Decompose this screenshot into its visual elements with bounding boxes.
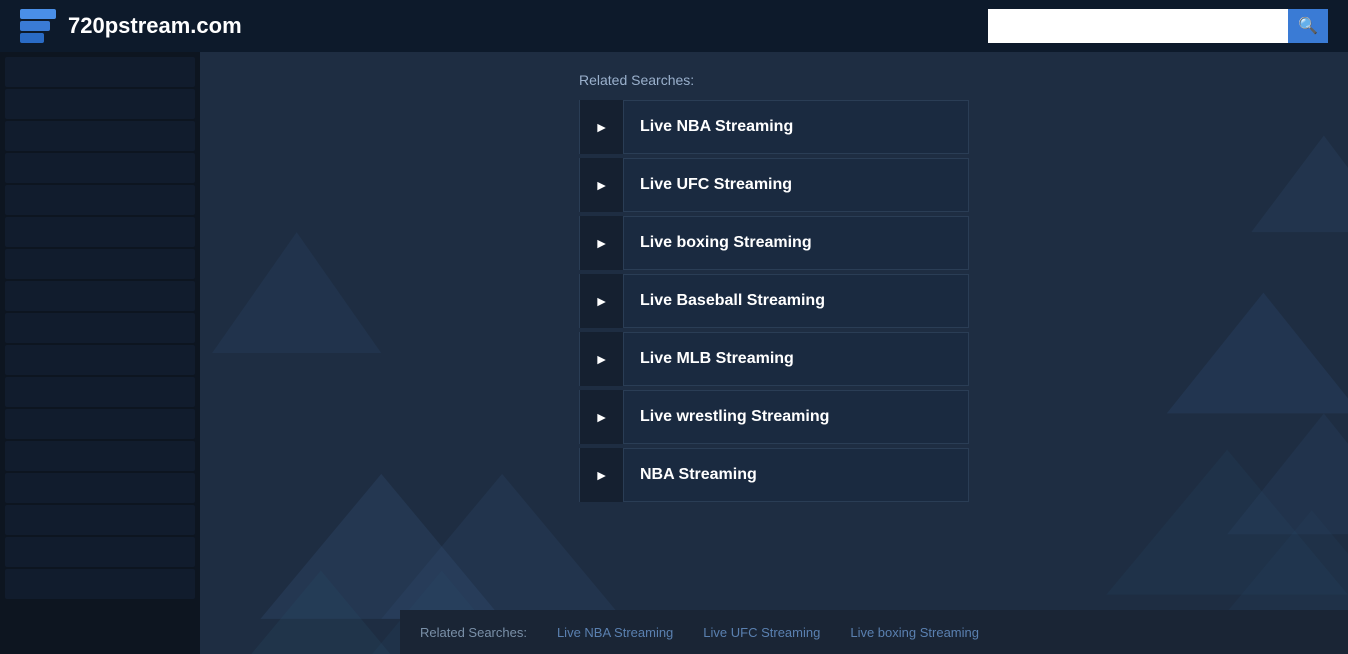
sidebar-block-5 bbox=[5, 185, 195, 215]
header: 720pstream.com 🔍 bbox=[0, 0, 1348, 52]
stream-arrow-box-4: ► bbox=[580, 274, 624, 328]
stream-list: ► Live NBA Streaming ► Live UFC Streamin… bbox=[579, 100, 969, 502]
search-input[interactable] bbox=[988, 9, 1288, 43]
header-left: 720pstream.com bbox=[20, 9, 242, 43]
play-icon-3: ► bbox=[595, 235, 609, 251]
sidebar-block-17 bbox=[5, 569, 195, 599]
stream-arrow-box-2: ► bbox=[580, 158, 624, 212]
related-searches-label: Related Searches: bbox=[200, 72, 694, 88]
play-icon-6: ► bbox=[595, 409, 609, 425]
stream-label-6: Live wrestling Streaming bbox=[624, 408, 829, 426]
sidebar-block-8 bbox=[5, 281, 195, 311]
sidebar-left bbox=[0, 52, 200, 654]
sidebar-block-13 bbox=[5, 441, 195, 471]
sidebar-block-9 bbox=[5, 313, 195, 343]
search-button[interactable]: 🔍 bbox=[1288, 9, 1328, 43]
footer-link-nba[interactable]: Live NBA Streaming bbox=[557, 625, 673, 640]
sidebar-block-16 bbox=[5, 537, 195, 567]
footer-related-label: Related Searches: bbox=[420, 625, 527, 640]
center-area: Related Searches: ► Live NBA Streaming ►… bbox=[200, 52, 1348, 654]
main-content: Related Searches: ► Live NBA Streaming ►… bbox=[0, 52, 1348, 654]
center-content: Related Searches: ► Live NBA Streaming ►… bbox=[200, 52, 1348, 502]
stream-arrow-box-7: ► bbox=[580, 448, 624, 502]
footer: Related Searches: Live NBA Streaming Liv… bbox=[400, 610, 1348, 654]
play-icon-5: ► bbox=[595, 351, 609, 367]
stream-label-7: NBA Streaming bbox=[624, 466, 757, 484]
logo-icon bbox=[20, 9, 56, 43]
stream-arrow-box-1: ► bbox=[580, 100, 624, 154]
stream-item-baseball[interactable]: ► Live Baseball Streaming bbox=[579, 274, 969, 328]
stream-item-mlb[interactable]: ► Live MLB Streaming bbox=[579, 332, 969, 386]
stream-item-boxing[interactable]: ► Live boxing Streaming bbox=[579, 216, 969, 270]
sidebar-block-3 bbox=[5, 121, 195, 151]
footer-link-boxing[interactable]: Live boxing Streaming bbox=[850, 625, 979, 640]
logo-layer-3 bbox=[20, 33, 44, 43]
stream-arrow-box-6: ► bbox=[580, 390, 624, 444]
site-title: 720pstream.com bbox=[68, 13, 242, 39]
play-icon-4: ► bbox=[595, 293, 609, 309]
logo-layer-2 bbox=[20, 21, 50, 31]
sidebar-block-14 bbox=[5, 473, 195, 503]
footer-link-ufc[interactable]: Live UFC Streaming bbox=[703, 625, 820, 640]
stream-label-1: Live NBA Streaming bbox=[624, 118, 793, 136]
stream-item-nba-streaming[interactable]: ► NBA Streaming bbox=[579, 448, 969, 502]
sidebar-block-1 bbox=[5, 57, 195, 87]
play-icon-2: ► bbox=[595, 177, 609, 193]
sidebar-block-4 bbox=[5, 153, 195, 183]
sidebar-block-2 bbox=[5, 89, 195, 119]
play-icon-1: ► bbox=[595, 119, 609, 135]
play-icon-7: ► bbox=[595, 467, 609, 483]
stream-item-wrestling[interactable]: ► Live wrestling Streaming bbox=[579, 390, 969, 444]
stream-label-4: Live Baseball Streaming bbox=[624, 292, 825, 310]
stream-item-ufc[interactable]: ► Live UFC Streaming bbox=[579, 158, 969, 212]
stream-label-2: Live UFC Streaming bbox=[624, 176, 792, 194]
search-container: 🔍 bbox=[988, 9, 1328, 43]
sidebar-block-7 bbox=[5, 249, 195, 279]
stream-item-nba[interactable]: ► Live NBA Streaming bbox=[579, 100, 969, 154]
sidebar-block-10 bbox=[5, 345, 195, 375]
stream-arrow-box-3: ► bbox=[580, 216, 624, 270]
logo-layer-1 bbox=[20, 9, 56, 19]
stream-arrow-box-5: ► bbox=[580, 332, 624, 386]
sidebar-block-6 bbox=[5, 217, 195, 247]
sidebar-block-12 bbox=[5, 409, 195, 439]
stream-label-3: Live boxing Streaming bbox=[624, 234, 812, 252]
stream-label-5: Live MLB Streaming bbox=[624, 350, 794, 368]
sidebar-block-15 bbox=[5, 505, 195, 535]
search-icon: 🔍 bbox=[1298, 16, 1318, 36]
sidebar-block-11 bbox=[5, 377, 195, 407]
